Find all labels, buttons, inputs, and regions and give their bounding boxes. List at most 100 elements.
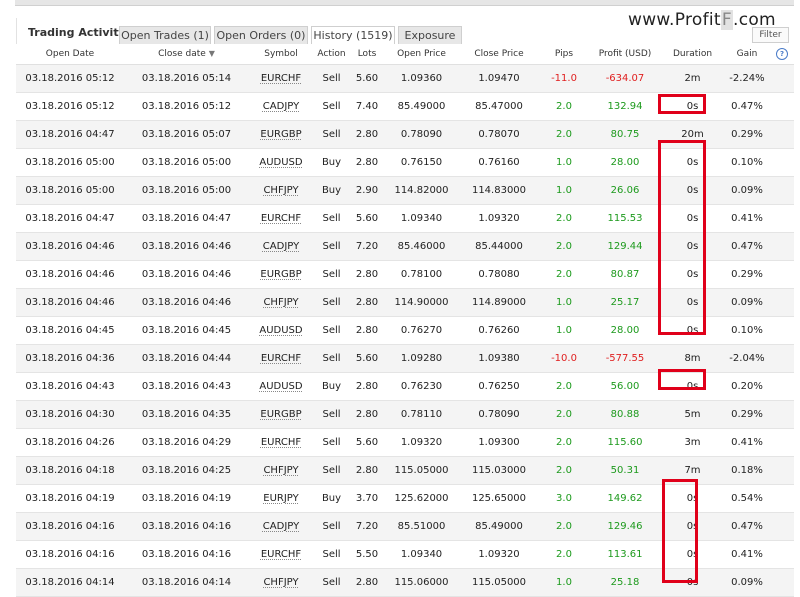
cell-action: Sell [313, 400, 350, 429]
symbol-link[interactable]: CHFJPY [263, 465, 298, 476]
col-open-price[interactable]: Open Price [384, 44, 459, 65]
cell-open-price: 1.09280 [384, 344, 459, 373]
table-row[interactable]: 03.18.2016 04:46 03.18.2016 04:46 EURGBP Se… [16, 260, 794, 289]
symbol-link[interactable]: EURGBP [260, 409, 301, 420]
cell-close-date: 03.18.2016 04:46 [124, 260, 249, 289]
cell-action: Sell [313, 344, 350, 373]
table-row[interactable]: 03.18.2016 04:36 03.18.2016 04:44 EURCHF Se… [16, 344, 794, 373]
table-row[interactable]: 03.18.2016 04:46 03.18.2016 04:46 CHFJPY Se… [16, 288, 794, 317]
cell-symbol: EURCHF [249, 204, 313, 233]
symbol-link[interactable]: AUDUSD [259, 325, 302, 336]
cell-symbol: EURCHF [249, 64, 313, 93]
col-close-price[interactable]: Close Price [459, 44, 539, 65]
cell-close-price: 114.83000 [459, 176, 539, 205]
cell-symbol: CHFJPY [249, 176, 313, 205]
cell-profit: 25.17 [589, 288, 661, 317]
symbol-link[interactable]: CHFJPY [263, 577, 298, 588]
col-gain[interactable]: Gain [724, 44, 770, 65]
symbol-link[interactable]: EURCHF [261, 73, 301, 84]
cell-lots: 2.80 [350, 316, 384, 345]
col-duration[interactable]: Duration [661, 44, 724, 65]
cell-open-price: 114.82000 [384, 176, 459, 205]
table-row[interactable]: 03.18.2016 04:26 03.18.2016 04:29 EURCHF Se… [16, 428, 794, 457]
tab-exposure[interactable]: Exposure [398, 26, 462, 45]
table-row[interactable]: 03.18.2016 04:19 03.18.2016 04:19 EURJPY Bu… [16, 484, 794, 513]
cell-lots: 5.60 [350, 344, 384, 373]
cell-open-price: 0.78100 [384, 260, 459, 289]
col-symbol[interactable]: Symbol [249, 44, 313, 65]
cell-gain: 0.47% [724, 232, 770, 261]
symbol-link[interactable]: EURCHF [261, 437, 301, 448]
symbol-link[interactable]: CHFJPY [263, 297, 298, 308]
cell-duration: 0s [661, 204, 724, 233]
cell-gain: 0.41% [724, 428, 770, 457]
col-lots[interactable]: Lots [350, 44, 384, 65]
cell-profit: 149.62 [589, 484, 661, 513]
cell-pips: 2.0 [539, 456, 589, 485]
symbol-link[interactable]: CADJPY [263, 101, 299, 112]
cell-pips: 2.0 [539, 372, 589, 401]
cell-open-price: 85.51000 [384, 512, 459, 541]
cell-symbol: CHFJPY [249, 568, 313, 597]
tab-open-trades[interactable]: Open Trades (1) [119, 26, 211, 45]
col-close-date[interactable]: Close date ▼ [124, 44, 249, 65]
table-row[interactable]: 03.18.2016 04:30 03.18.2016 04:35 EURGBP Se… [16, 400, 794, 429]
tab-open-orders[interactable]: Open Orders (0) [214, 26, 308, 45]
cell-open-date: 03.18.2016 04:26 [16, 428, 124, 457]
cell-close-price: 0.78090 [459, 400, 539, 429]
cell-spacer [770, 120, 794, 149]
table-row[interactable]: 03.18.2016 05:00 03.18.2016 05:00 CHFJPY Bu… [16, 176, 794, 205]
symbol-link[interactable]: AUDUSD [259, 381, 302, 392]
cell-symbol: CHFJPY [249, 456, 313, 485]
table-row[interactable]: 03.18.2016 04:43 03.18.2016 04:43 AUDUSD Bu… [16, 372, 794, 401]
cell-close-price: 115.05000 [459, 568, 539, 597]
table-row[interactable]: 03.18.2016 04:47 03.18.2016 05:07 EURGBP Se… [16, 120, 794, 149]
symbol-link[interactable]: EURCHF [261, 353, 301, 364]
symbol-link[interactable]: CADJPY [263, 521, 299, 532]
table-row[interactable]: 03.18.2016 04:18 03.18.2016 04:25 CHFJPY Se… [16, 456, 794, 485]
cell-pips: 2.0 [539, 428, 589, 457]
symbol-link[interactable]: CHFJPY [263, 185, 298, 196]
tab-history[interactable]: History (1519) [311, 26, 395, 46]
col-profit[interactable]: Profit (USD) [589, 44, 661, 65]
cell-gain: 0.09% [724, 288, 770, 317]
table-row[interactable]: 03.18.2016 05:00 03.18.2016 05:00 AUDUSD Bu… [16, 148, 794, 177]
cell-gain: 0.18% [724, 456, 770, 485]
table-row[interactable]: 03.18.2016 04:46 03.18.2016 04:46 CADJPY Se… [16, 232, 794, 261]
table-row[interactable]: 03.18.2016 04:14 03.18.2016 04:14 CHFJPY Se… [16, 568, 794, 597]
cell-symbol: CADJPY [249, 512, 313, 541]
table-row[interactable]: 03.18.2016 04:47 03.18.2016 04:47 EURCHF Se… [16, 204, 794, 233]
cell-open-date: 03.18.2016 04:47 [16, 120, 124, 149]
table-row[interactable]: 03.18.2016 05:12 03.18.2016 05:12 CADJPY Se… [16, 92, 794, 121]
table-row[interactable]: 03.18.2016 05:12 03.18.2016 05:14 EURCHF Se… [16, 64, 794, 93]
cell-open-date: 03.18.2016 05:00 [16, 148, 124, 177]
table-row[interactable]: 03.18.2016 04:16 03.18.2016 04:16 EURCHF Se… [16, 540, 794, 569]
cell-close-date: 03.18.2016 05:07 [124, 120, 249, 149]
cell-open-date: 03.18.2016 04:19 [16, 484, 124, 513]
cell-duration: 0s [661, 148, 724, 177]
cell-profit: 56.00 [589, 372, 661, 401]
col-pips[interactable]: Pips [539, 44, 589, 65]
cell-gain: -2.04% [724, 344, 770, 373]
symbol-link[interactable]: EURGBP [260, 129, 301, 140]
symbol-link[interactable]: AUDUSD [259, 157, 302, 168]
col-action[interactable]: Action [313, 44, 350, 65]
table-row[interactable]: 03.18.2016 04:45 03.18.2016 04:45 AUDUSD Se… [16, 316, 794, 345]
symbol-link[interactable]: EURCHF [261, 549, 301, 560]
table-row[interactable]: 03.18.2016 04:16 03.18.2016 04:16 CADJPY Se… [16, 512, 794, 541]
panel-title: Trading Activity [28, 26, 126, 39]
question-circle-icon[interactable]: ? [776, 48, 788, 60]
cell-symbol: AUDUSD [249, 372, 313, 401]
cell-open-price: 0.76230 [384, 372, 459, 401]
symbol-link[interactable]: EURGBP [260, 269, 301, 280]
cell-action: Sell [313, 92, 350, 121]
symbol-link[interactable]: EURJPY [263, 493, 298, 504]
cell-action: Buy [313, 372, 350, 401]
col-open-date[interactable]: Open Date [16, 44, 124, 65]
cell-action: Buy [313, 176, 350, 205]
symbol-link[interactable]: EURCHF [261, 213, 301, 224]
cell-spacer [770, 344, 794, 373]
cell-pips: 1.0 [539, 148, 589, 177]
cell-duration: 0s [661, 260, 724, 289]
symbol-link[interactable]: CADJPY [263, 241, 299, 252]
